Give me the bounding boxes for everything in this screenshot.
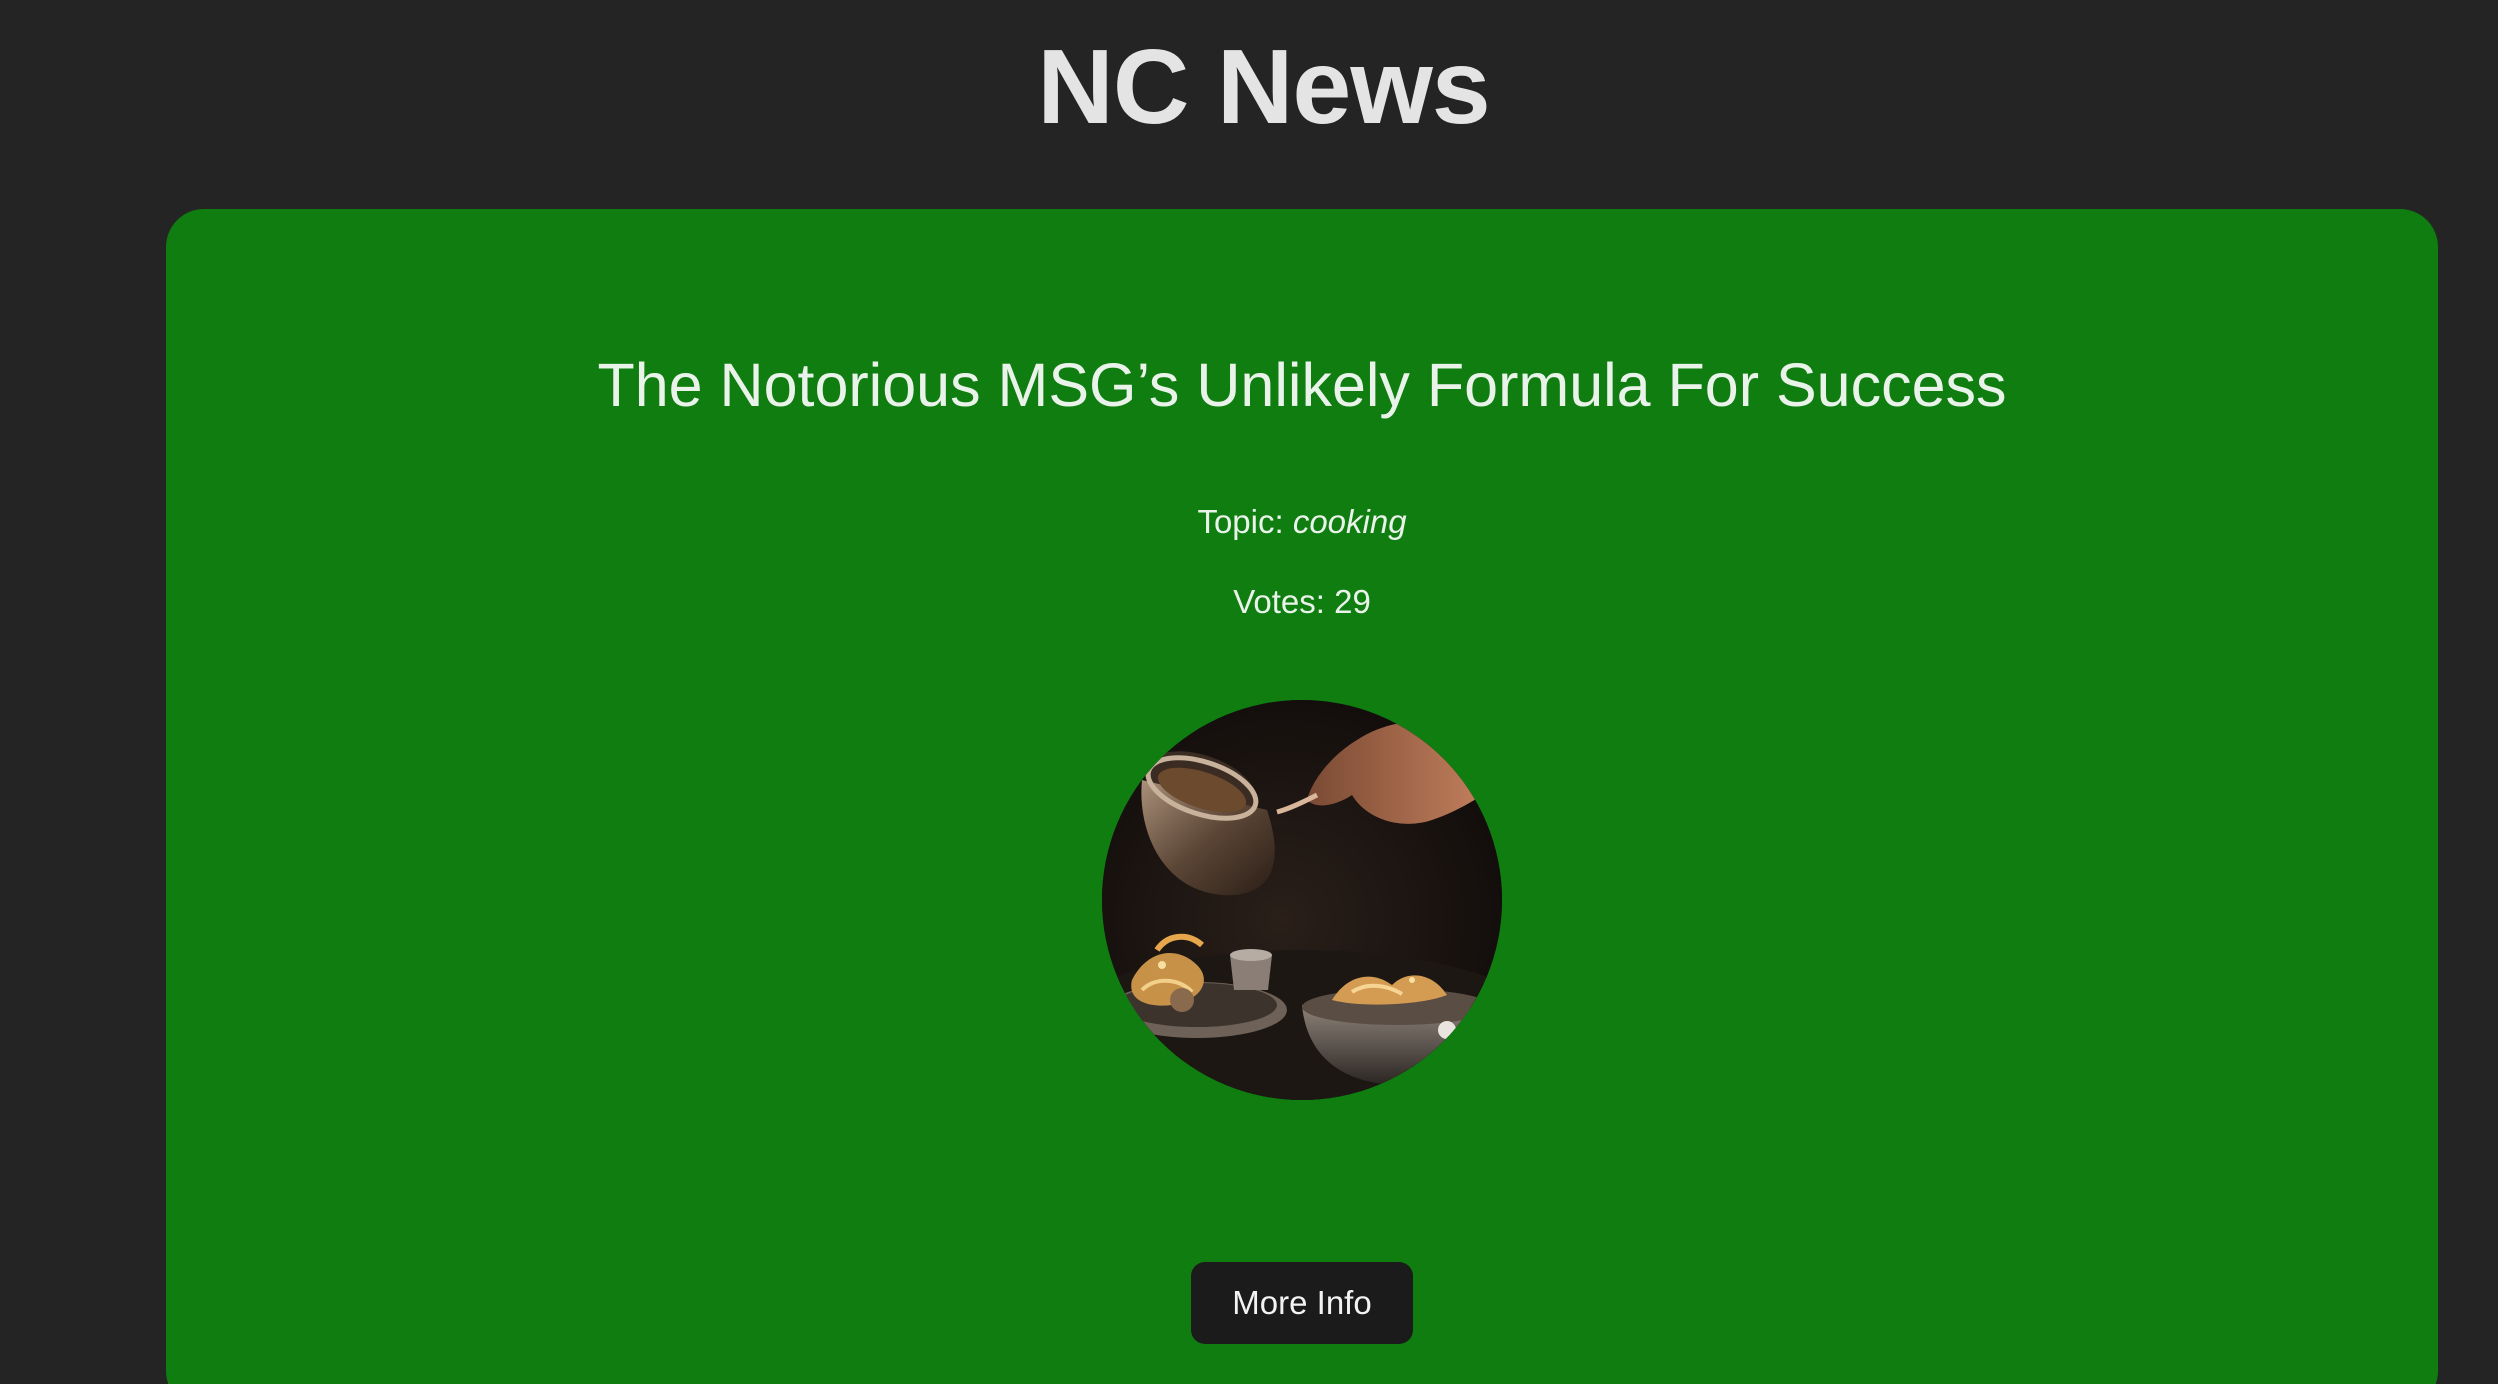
article-topic: Topic: cooking bbox=[0, 500, 2498, 544]
topic-label: Topic: bbox=[1197, 503, 1293, 540]
article-title: The Notorious MSG’s Unlikely Formula For… bbox=[597, 351, 2007, 419]
article-votes: Votes: 29 bbox=[0, 580, 2498, 624]
votes-value: 29 bbox=[1334, 583, 1371, 620]
votes-label: Votes: bbox=[1233, 583, 1335, 620]
article-image bbox=[1102, 700, 1502, 1100]
more-info-button[interactable]: More Info bbox=[1191, 1262, 1413, 1344]
article-image-illustration bbox=[1102, 700, 1502, 1100]
topic-value: cooking bbox=[1292, 503, 1407, 540]
site-title: NC News bbox=[1037, 28, 1490, 146]
page: NC News The Notorious MSG’s Unlikely For… bbox=[0, 0, 2498, 1384]
